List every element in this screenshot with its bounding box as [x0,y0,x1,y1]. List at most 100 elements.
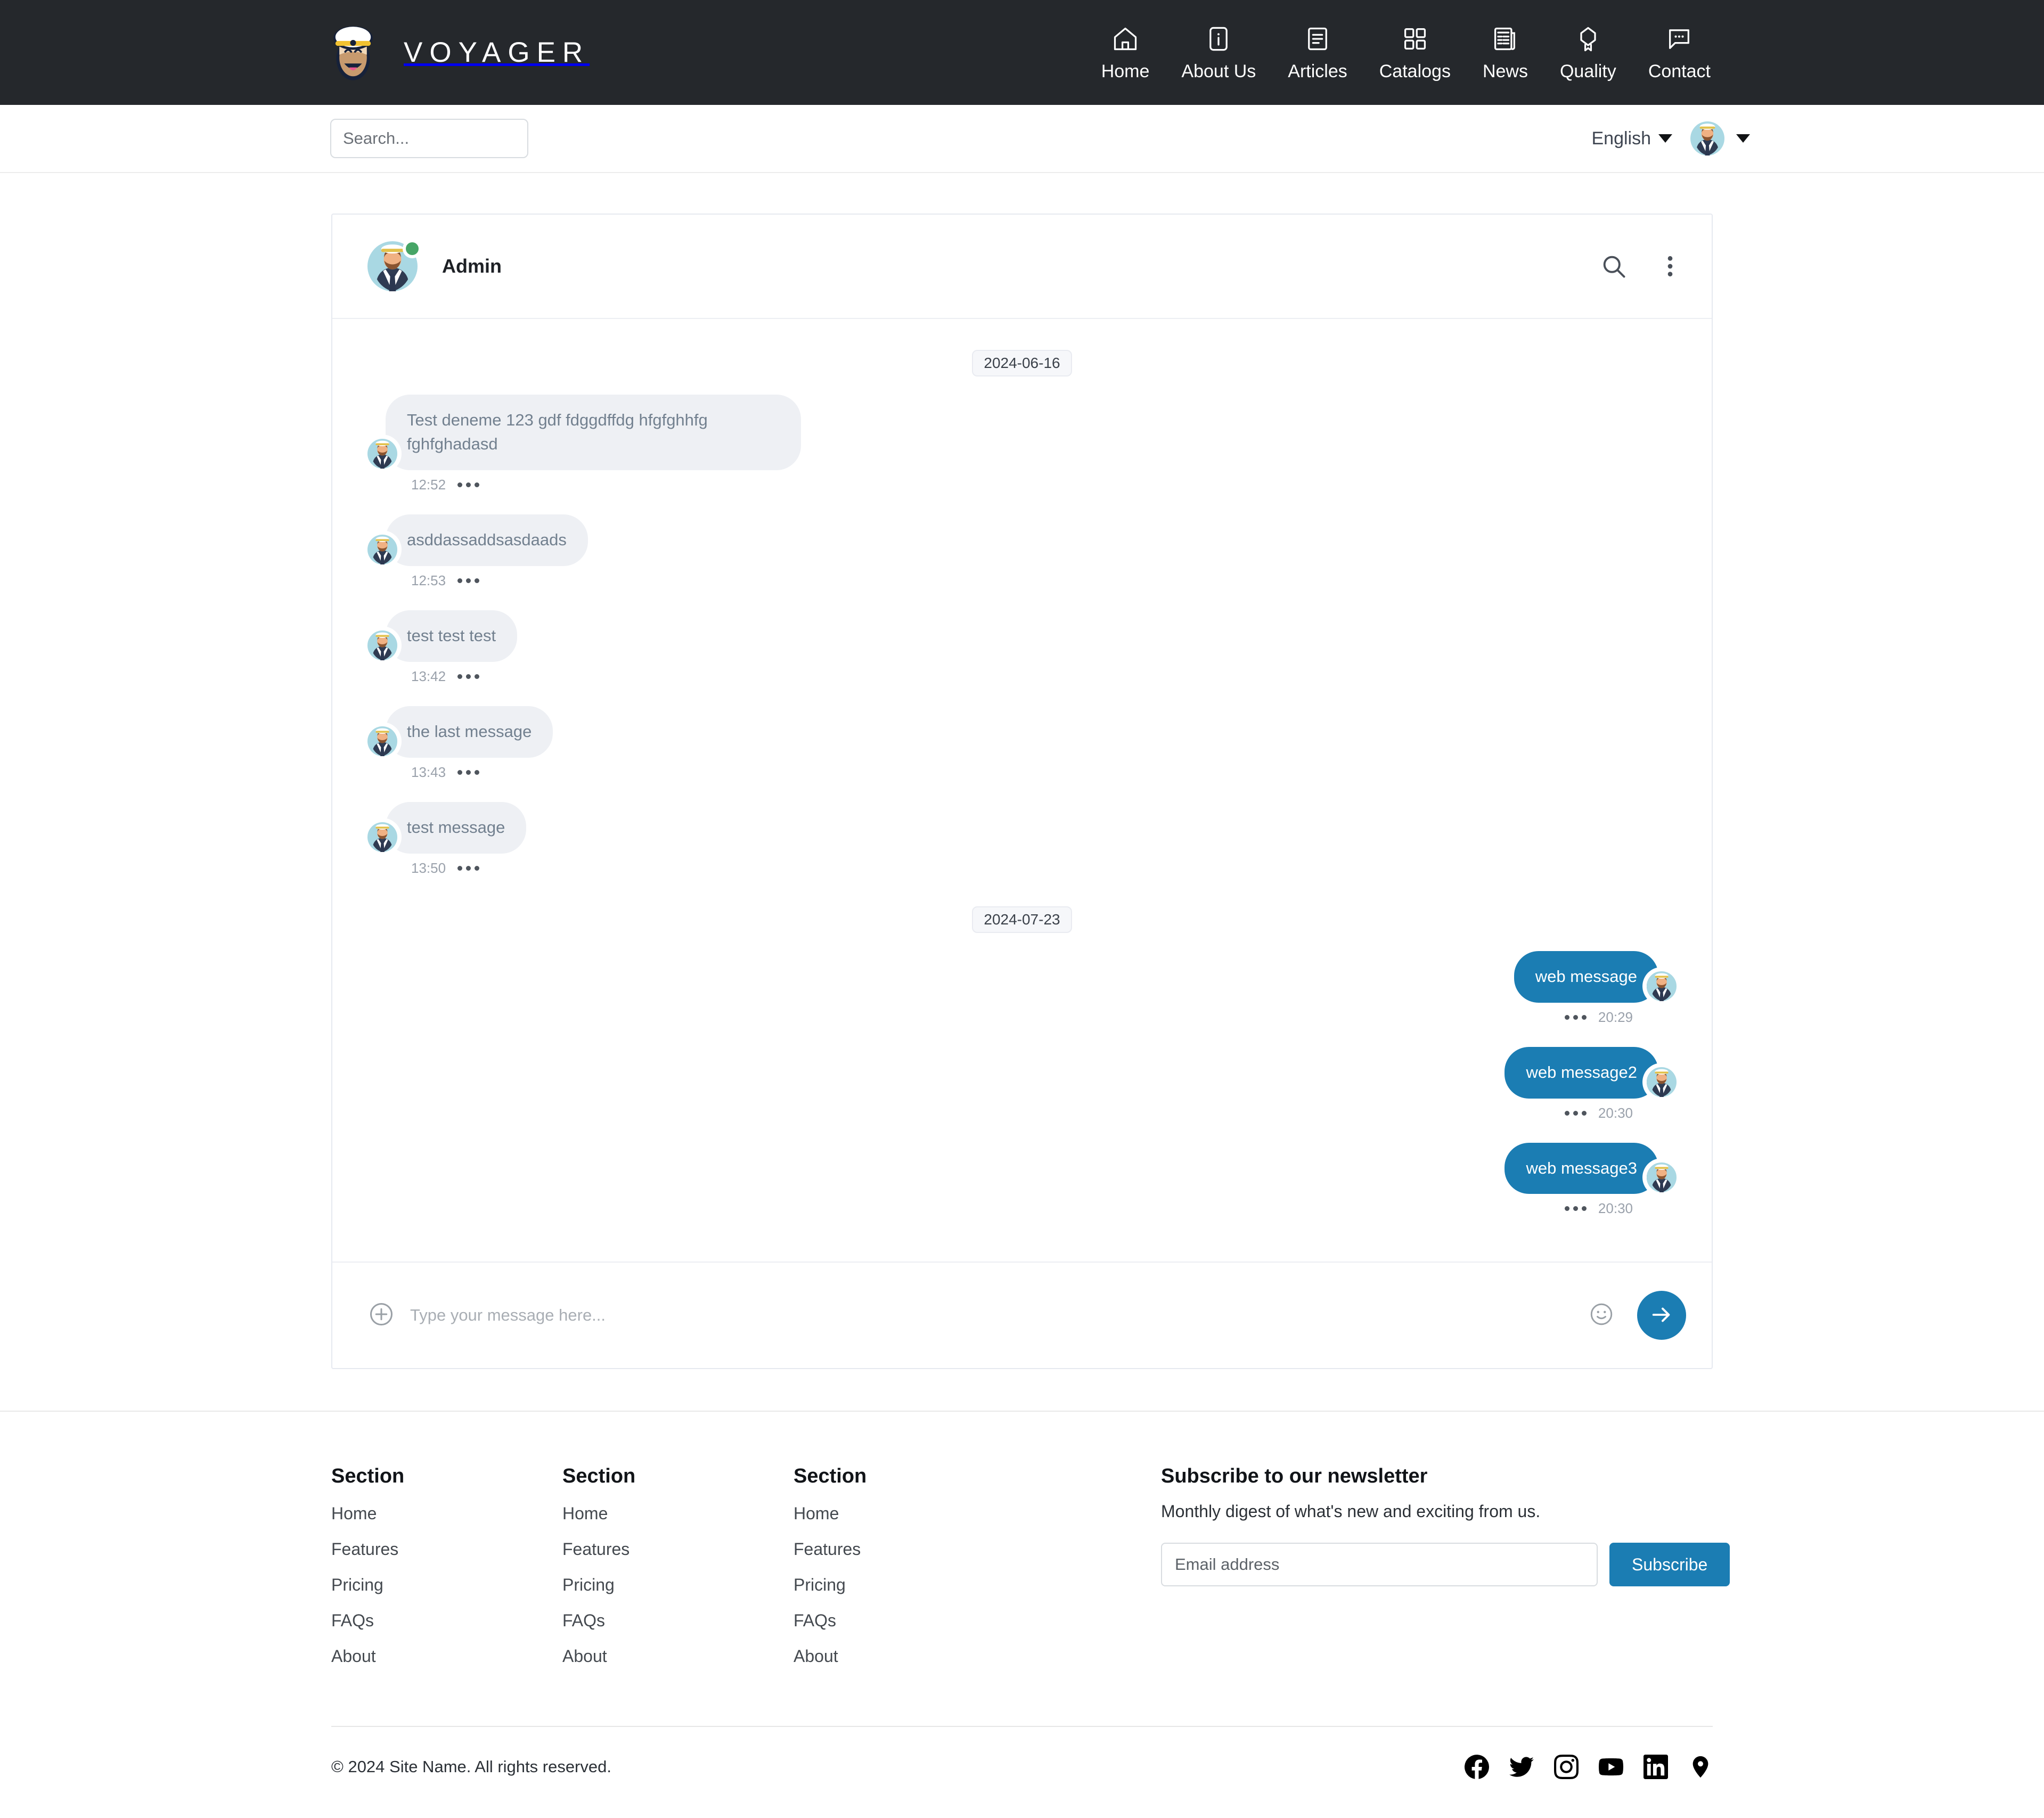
footer-column-title: Section [794,1465,867,1488]
footer-link-faqs[interactable]: FAQs [794,1611,1025,1631]
chat-panel: Admin 2024-06-16 Test deneme 123 gdf fdg… [331,214,1713,1370]
message-row: test test test 13:42 [367,610,1677,685]
nav-item-contact[interactable]: Contact [1632,23,1727,82]
message-text: test test test [386,610,518,662]
footer-link-about[interactable]: About [562,1647,794,1666]
nav-item-catalogs[interactable]: Catalogs [1363,23,1467,82]
footer-link-pricing[interactable]: Pricing [794,1575,1025,1595]
footer-bottom-bar: © 2024 Site Name. All rights reserved. [331,1727,1713,1807]
nav-item-articles[interactable]: Articles [1272,23,1363,82]
message-time: 12:53 [411,572,446,588]
footer-link-features[interactable]: Features [562,1539,794,1559]
user-account-menu[interactable] [1690,121,1750,155]
message-options-icon[interactable] [1564,1206,1587,1211]
message-options-icon[interactable] [1564,1014,1587,1020]
message-bubble-wrap: the last message 13:43 [367,706,553,781]
message-row: web message 20:29 [367,951,1677,1026]
arrow-right-icon [1649,1303,1674,1329]
search-input[interactable] [330,119,528,158]
message-list[interactable]: 2024-06-16 Test deneme 123 gdf fdggdffdg… [332,319,1712,1262]
chevron-down-icon [1736,134,1750,143]
send-button[interactable] [1637,1291,1686,1340]
footer-link-about[interactable]: About [794,1647,1025,1666]
twitter-icon[interactable] [1509,1755,1534,1779]
message-bubble-wrap: web message2 20:30 [1505,1046,1677,1121]
date-label: 2024-06-16 [972,350,1072,376]
message-options-icon[interactable] [457,578,480,583]
home-icon [1111,23,1139,55]
brand-logo-link[interactable]: VOYAGER [322,21,590,84]
newsletter-title: Subscribe to our newsletter [1161,1465,1428,1488]
email-field[interactable] [1161,1543,1598,1587]
facebook-icon[interactable] [1465,1755,1489,1780]
footer-link-features[interactable]: Features [794,1539,1025,1559]
location-pin-icon[interactable] [1688,1755,1713,1779]
message-options-icon[interactable] [457,769,480,775]
footer-link-pricing[interactable]: Pricing [331,1575,562,1595]
newsletter-form: Subscribe [1161,1543,1730,1587]
sailor-captain-logo-icon [322,21,385,84]
footer-column-1: Section Home Features Pricing FAQs About [331,1465,562,1682]
social-links [1465,1755,1713,1780]
footer-link-faqs[interactable]: FAQs [562,1611,794,1631]
message-row: web message3 20:30 [367,1142,1677,1217]
language-selector[interactable]: English [1591,128,1672,149]
more-vertical-icon[interactable] [1656,252,1684,280]
subscribe-button[interactable]: Subscribe [1609,1543,1730,1587]
footer-link-home[interactable]: Home [794,1504,1025,1524]
message-meta: 20:30 [1505,1105,1677,1121]
message-row: asddassaddsasdaads 12:53 [367,514,1677,589]
nav-item-about-us[interactable]: About Us [1165,23,1272,82]
award-ribbon-icon [1574,23,1602,55]
message-options-icon[interactable] [457,674,480,679]
linkedin-icon[interactable] [1644,1755,1668,1780]
youtube-icon[interactable] [1599,1755,1623,1779]
footer-link-home[interactable]: Home [562,1504,794,1524]
message-bubble-wrap: asddassaddsasdaads 12:53 [367,514,588,589]
main-menu: Home About Us Articles Catalogs News Qua… [1085,23,1727,82]
footer-link-faqs[interactable]: FAQs [331,1611,562,1631]
info-document-icon [1205,23,1232,55]
newsletter-section: Subscribe to our newsletter Monthly dige… [1161,1465,1730,1587]
message-bubble-wrap: Test deneme 123 gdf fdggdffdg hfgfghhfg … [367,395,801,493]
captain-avatar-icon [367,822,397,852]
message-options-icon[interactable] [457,482,480,487]
message-options-icon[interactable] [457,865,480,871]
nav-item-home[interactable]: Home [1085,23,1166,82]
message-meta: 12:53 [367,572,588,589]
message-time: 13:50 [411,859,446,876]
footer-columns: Section Home Features Pricing FAQs About… [331,1465,1730,1682]
message-time: 12:52 [411,476,446,493]
footer-column-2: Section Home Features Pricing FAQs About [562,1465,794,1682]
footer-column-3: Section Home Features Pricing FAQs About [794,1465,1025,1682]
smiley-icon[interactable] [1588,1301,1615,1330]
nav-label: Catalogs [1379,61,1451,81]
captain-avatar-icon [1690,121,1724,155]
date-separator: 2024-07-23 [367,906,1677,933]
footer-link-about[interactable]: About [331,1647,562,1666]
message-bubble-wrap: web message 20:29 [1514,951,1677,1026]
footer-link-pricing[interactable]: Pricing [562,1575,794,1595]
date-label: 2024-07-23 [972,906,1072,933]
message-input[interactable] [409,1305,1588,1326]
nav-item-news[interactable]: News [1467,23,1544,82]
footer-link-features[interactable]: Features [331,1539,562,1559]
plus-circle-icon[interactable] [367,1300,395,1331]
status-badge [406,242,419,255]
instagram-icon[interactable] [1554,1755,1579,1780]
chat-bubble-dots-icon [1665,23,1693,55]
chat-title: Admin [442,255,502,277]
message-time: 20:30 [1598,1104,1633,1121]
message-options-icon[interactable] [1564,1110,1587,1116]
footer-link-home[interactable]: Home [331,1504,562,1524]
message-row: Test deneme 123 gdf fdggdffdg hfgfghhfg … [367,395,1677,493]
nav-item-quality[interactable]: Quality [1544,23,1632,82]
message-time: 13:42 [411,668,446,684]
language-label: English [1591,128,1651,149]
search-icon[interactable] [1600,252,1628,280]
article-lines-icon [1304,23,1331,55]
footer-bottom-wrap: © 2024 Site Name. All rights reserved. [331,1726,1713,1807]
chevron-down-icon [1658,134,1672,143]
message-time: 20:30 [1598,1200,1633,1217]
utility-bar-right: English [1591,121,1750,155]
